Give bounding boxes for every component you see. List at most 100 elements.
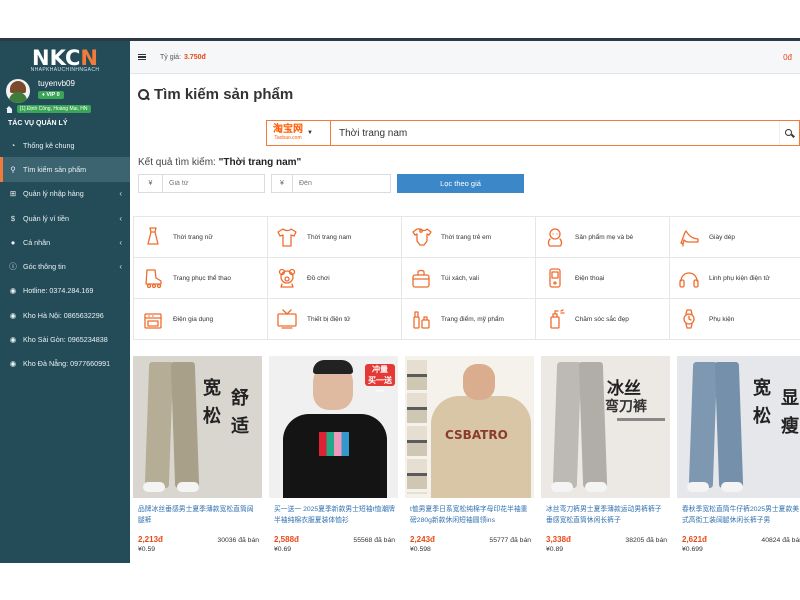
category-item[interactable]: Điện thoại: [536, 258, 670, 299]
category-item[interactable]: Thiết bị điện tử: [268, 299, 402, 340]
product-image[interactable]: 冰丝 弯刀裤: [541, 356, 670, 498]
product-image[interactable]: 冲量 买一送一: [269, 356, 398, 498]
source-selector[interactable]: 淘宝网 Taobao.com ▼: [267, 121, 331, 145]
product-card[interactable]: 宽松显瘦春秋季宽松直筒牛仔裤2025男士夏款美式高街工装阔腿休闲长裤子男 2,62…: [677, 356, 800, 553]
product-list: 宽松舒适品牌冰丝垂感男士夏季薄款宽松直筒阔腿裤 2,213đ 30036 đã bá…: [133, 356, 800, 553]
exchange-rate-label: Tỷ giá:: [160, 53, 182, 61]
product-card[interactable]: 宽松舒适品牌冰丝垂感男士夏季薄款宽松直筒阔腿裤 2,213đ 30036 đã bá…: [133, 356, 262, 553]
product-image[interactable]: 宽松显瘦: [677, 356, 800, 498]
globe-icon: ◉: [9, 359, 17, 369]
chevron-down-icon: ▼: [307, 130, 313, 136]
product-sold-count: 55777 đã bán: [489, 537, 531, 544]
product-price: 2,621đ: [682, 535, 707, 544]
sidebar-nav: ◔ Thống kê chung ⚲ Tìm kiếm sản phẩm ⊞ Quản l…: [0, 133, 130, 376]
sidebar-item-label: Góc thông tin: [23, 262, 66, 272]
category-item[interactable]: Phụ kiện: [670, 299, 800, 340]
product-name[interactable]: 品牌冰丝垂感男士夏季薄款宽松直筒阔腿裤: [133, 504, 262, 526]
product-sold-count: 30036 đã bán: [217, 537, 259, 544]
cosmetics-icon: [410, 308, 432, 330]
sidebar-item-label: Thống kê chung: [23, 140, 75, 150]
filter-by-price-button[interactable]: Lọc theo giá: [397, 174, 524, 193]
teddy-bear-icon: [276, 267, 298, 289]
sidebar-item[interactable]: ◉ Hotline: 0374.284.169: [0, 279, 130, 303]
product-name[interactable]: 冰丝弯刀裤男士夏季薄款运动男裤裤子垂感宽松直筒休闲长裤子: [541, 504, 670, 526]
product-price-yuan: ¥0.59: [138, 546, 156, 553]
category-label: Điện gia dụng: [173, 315, 214, 323]
product-card[interactable]: 冲量 买一送一买一送一 2025夏季新款男士短袖t恤潮牌半袖纯棉衣服夏装体恤衫 2,…: [269, 356, 398, 553]
sidebar: NKCN NHAPKHAUCHINHNGACH tuyenvb09 ♦ VIP …: [0, 41, 130, 563]
category-item[interactable]: Giày dép: [670, 217, 800, 258]
sidebar-item-label: Quản lý ví tiền: [23, 213, 69, 223]
yen-icon: ¥: [272, 175, 293, 192]
sidebar-item-label: Cá nhân: [23, 237, 51, 247]
avatar[interactable]: [6, 79, 30, 103]
price-from-box: ¥: [138, 174, 265, 193]
taobao-logo: 淘宝网 Taobao.com: [273, 124, 303, 142]
category-item[interactable]: Linh phụ kiện điện tử: [670, 258, 800, 299]
sidebar-item-label: Quản lý nhập hàng: [23, 189, 84, 199]
category-item[interactable]: Điện gia dụng: [134, 299, 268, 340]
brand-logo[interactable]: NKCN NHAPKHAUCHINHNGACH: [0, 41, 130, 75]
product-sold-count: 40824 đã bán: [761, 537, 800, 544]
category-label: Thiết bị điện tử: [307, 315, 351, 323]
category-item[interactable]: Đồ chơi: [268, 258, 402, 299]
search-input[interactable]: [331, 121, 779, 145]
sidebar-item[interactable]: ◔ Thống kê chung: [0, 133, 130, 157]
cart-icon: ⊞: [9, 189, 17, 199]
sidebar-item[interactable]: $ Quản lý ví tiền ‹: [0, 206, 130, 230]
user-icon: ●: [10, 237, 16, 247]
product-card[interactable]: 冰丝 弯刀裤 冰丝弯刀裤男士夏季薄款运动男裤裤子垂感宽松直筒休闲长裤子 3,338đ 3…: [541, 356, 670, 553]
stove-icon: [142, 308, 164, 330]
price-from-input[interactable]: [163, 175, 264, 192]
sidebar-item[interactable]: ◉ Kho Hà Nội: 0865632296: [0, 303, 130, 327]
dress-icon: [142, 226, 164, 248]
category-item[interactable]: Sản phẩm mẹ và bé: [536, 217, 670, 258]
category-item[interactable]: Thời trang nữ: [134, 217, 268, 258]
product-sold-count: 38205 đã bán: [625, 537, 667, 544]
chevron-left-icon: ‹: [119, 262, 122, 272]
product-image[interactable]: CSBATRO: [405, 356, 534, 498]
main-content: Tìm kiếm sản phẩm 淘宝网 Taobao.com ▼ Kết q…: [130, 74, 800, 563]
product-image[interactable]: 宽松舒适: [133, 356, 262, 498]
sidebar-item-label: Hotline: 0374.284.169: [23, 286, 94, 296]
product-price-yuan: ¥0.69: [274, 546, 292, 553]
category-item[interactable]: Túi xách, vali: [402, 258, 536, 299]
product-card[interactable]: CSBATRO t恤男夏季日系宽松纯棉字母印花半袖重磅280g新款休闲短袖圆领in…: [405, 356, 534, 553]
sidebar-item-label: Kho Đà Nẵng: 0977660991: [23, 359, 111, 369]
tv-icon: [276, 308, 298, 330]
price-to-box: ¥: [271, 174, 391, 193]
product-name[interactable]: 买一送一 2025夏季新款男士短袖t恤潮牌半袖纯棉衣服夏装体恤衫: [269, 504, 398, 526]
sidebar-item[interactable]: ◉ Kho Sài Gòn: 0965234838: [0, 327, 130, 351]
product-sold-count: 55568 đã bán: [353, 537, 395, 544]
high-heel-icon: [678, 226, 700, 248]
sidebar-item[interactable]: ⓘ Góc thông tin ‹: [0, 254, 130, 278]
globe-icon: ◉: [9, 335, 17, 345]
baby-onesie-icon: [410, 226, 432, 248]
sidebar-item[interactable]: ● Cá nhân ‹: [0, 230, 130, 254]
chevron-left-icon: ‹: [119, 189, 122, 199]
product-price: 2,588đ: [274, 535, 299, 544]
category-label: Trang phục thể thao: [173, 274, 231, 282]
sidebar-item[interactable]: ◉ Kho Đà Nẵng: 0977660991: [0, 352, 130, 376]
sidebar-item[interactable]: ⚲ Tìm kiếm sản phẩm: [0, 157, 130, 182]
category-item[interactable]: Chăm sóc sắc đẹp: [536, 299, 670, 340]
top-bar: Tỷ giá: 3.750đ 0đ: [130, 41, 800, 74]
category-label: Đồ chơi: [307, 274, 330, 282]
search-button[interactable]: [779, 121, 799, 145]
logo-wordmark: NKCN: [32, 45, 98, 70]
sidebar-item[interactable]: ⊞ Quản lý nhập hàng ‹: [0, 182, 130, 206]
category-item[interactable]: Thời trang nam: [268, 217, 402, 258]
wallet-balance[interactable]: 0đ: [783, 53, 792, 62]
category-item[interactable]: Trang phục thể thao: [134, 258, 268, 299]
product-name[interactable]: t恤男夏季日系宽松纯棉字母印花半袖重磅280g新款休闲短袖圆领ins: [405, 504, 534, 526]
username[interactable]: tuyenvb09: [38, 79, 75, 88]
dashboard-icon: ◔: [10, 140, 16, 150]
user-panel: tuyenvb09 ♦ VIP 0: [0, 75, 130, 103]
category-item[interactable]: Thời trang trẻ em: [402, 217, 536, 258]
exchange-rate-value: 3.750đ: [184, 53, 206, 61]
price-to-input[interactable]: [293, 175, 390, 192]
category-item[interactable]: Trang điểm, mỹ phẩm: [402, 299, 536, 340]
menu-icon[interactable]: [138, 54, 146, 60]
category-label: Phụ kiện: [709, 315, 735, 323]
product-name[interactable]: 春秋季宽松直筒牛仔裤2025男士夏款美式高街工装阔腿休闲长裤子男: [677, 504, 800, 526]
